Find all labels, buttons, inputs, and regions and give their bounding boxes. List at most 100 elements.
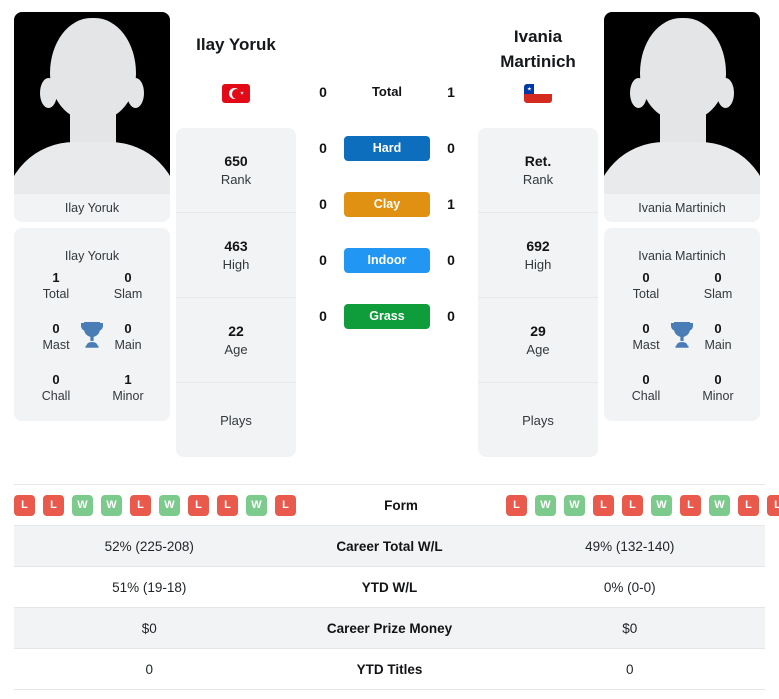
title-stat-value: 1	[52, 270, 60, 285]
right-player-photo-caption: Ivania Martinich	[638, 201, 726, 215]
high-label: High	[524, 256, 552, 272]
form-badge-l: L	[767, 494, 779, 516]
title-stat-value: 0	[642, 270, 650, 285]
right-form-list: LWWLLWLWLL	[506, 494, 779, 516]
title-stat: 0 Minor	[682, 372, 754, 405]
rank-value: Ret.	[524, 152, 552, 169]
h2h-row-indoor: 0 Indoor 0	[302, 232, 472, 288]
h2h-right-value: 1	[447, 196, 455, 212]
age-cell: 22 Age	[176, 298, 296, 383]
title-stat-label: Minor	[702, 389, 734, 403]
row-label: YTD W/L	[361, 579, 418, 595]
left-player-info-column: Ilay Yoruk 650 Rank 463 High 22 Age Play…	[176, 12, 296, 457]
rank-cell: Ret. Rank	[478, 128, 598, 213]
left-player-name[interactable]: Ilay Yoruk	[176, 12, 296, 78]
right-form-cell: LWWLLWLWLL	[506, 494, 779, 516]
form-badge-l: L	[622, 494, 643, 516]
turkey-flag-icon	[222, 84, 250, 103]
form-badge-w: W	[159, 494, 180, 516]
left-form-cell: LLWWLWLLWL	[14, 494, 296, 516]
form-badge-l: L	[275, 494, 296, 516]
h2h-row-clay: 0 Clay 1	[302, 176, 472, 232]
title-stat-value: 0	[714, 270, 722, 285]
form-badge-l: L	[188, 494, 209, 516]
title-stat: 0 Slam	[92, 270, 164, 303]
row-label: Career Prize Money	[326, 620, 453, 636]
h2h-left-value: 0	[319, 84, 327, 100]
avatar-placeholder-icon	[604, 12, 760, 194]
table-row: $0 Career Prize Money $0	[14, 608, 765, 649]
title-stat: 0 Chall	[20, 372, 92, 405]
title-stat: 1 Total	[20, 270, 92, 303]
right-player-name[interactable]: Ivania Martinich	[478, 12, 598, 78]
rank-label: Rank	[522, 171, 554, 187]
form-badge-l: L	[593, 494, 614, 516]
plays-label: Plays	[522, 412, 554, 428]
surface-badge-indoor[interactable]: Indoor	[344, 247, 430, 273]
age-value: 29	[530, 322, 546, 339]
title-stat: 1 Minor	[92, 372, 164, 405]
left-player-titles-card: Ilay Yoruk 1 Total 0 Slam 0 Mast 0 Main …	[14, 228, 170, 421]
h2h-right-value: 0	[447, 308, 455, 324]
trophy-icon	[669, 320, 695, 348]
high-value: 692	[526, 237, 550, 254]
left-titles-header: Ilay Yoruk	[64, 249, 120, 263]
form-badge-w: W	[709, 494, 730, 516]
form-badge-l: L	[738, 494, 759, 516]
table-row: 51% (19-18) YTD W/L 0% (0-0)	[14, 567, 765, 608]
h2h-row-total: 0 Total 1	[302, 64, 472, 120]
table-row-form: LLWWLWLLWL Form LWWLLWLWLL	[14, 485, 779, 526]
player-comparison-page: Ilay Yoruk Ilay Yoruk 1 Total 0 Slam 0 M…	[0, 0, 779, 699]
right-value: 0% (0-0)	[603, 579, 656, 595]
form-badge-w: W	[72, 494, 93, 516]
title-stat: 0 Total	[610, 270, 682, 303]
row-label-form: Form	[384, 497, 418, 513]
h2h-right-value: 1	[447, 84, 455, 100]
form-badge-w: W	[564, 494, 585, 516]
surface-badge-clay[interactable]: Clay	[344, 191, 430, 217]
age-value: 22	[228, 322, 244, 339]
high-value: 463	[224, 237, 248, 254]
h2h-row-hard: 0 Hard 0	[302, 120, 472, 176]
left-player-rank-card: 650 Rank 463 High 22 Age Plays	[176, 128, 296, 457]
left-player-media-column: Ilay Yoruk Ilay Yoruk 1 Total 0 Slam 0 M…	[14, 12, 170, 421]
right-player-rank-card: Ret. Rank 692 High 29 Age Plays	[478, 128, 598, 457]
comparison-table: LLWWLWLLWL Form LWWLLWLWLL 52% (225-208)…	[14, 484, 779, 690]
row-label: Career Total W/L	[336, 538, 443, 554]
plays-cell: Plays	[478, 383, 598, 457]
right-player-media-column: Ivania Martinich Ivania Martinich 0 Tota…	[604, 12, 760, 421]
form-badge-l: L	[506, 494, 527, 516]
high-cell: 692 High	[478, 213, 598, 298]
avatar-placeholder-icon	[14, 12, 170, 194]
age-cell: 29 Age	[478, 298, 598, 383]
trophy-icon	[79, 320, 105, 348]
h2h-right-value: 0	[447, 252, 455, 268]
title-stat-value: 0	[52, 372, 60, 387]
left-value: 0	[145, 661, 153, 677]
form-badge-l: L	[217, 494, 238, 516]
table-row: 52% (225-208) Career Total W/L 49% (132-…	[14, 526, 765, 567]
right-titles-header: Ivania Martinich	[638, 249, 726, 263]
left-player-avatar-card[interactable]: Ilay Yoruk	[14, 12, 170, 222]
left-form-list: LLWWLWLLWL	[14, 494, 296, 516]
surface-badge-grass[interactable]: Grass	[344, 303, 430, 329]
left-value: $0	[141, 620, 157, 636]
form-badge-l: L	[43, 494, 64, 516]
form-badge-w: W	[535, 494, 556, 516]
title-stat-value: 1	[124, 372, 132, 387]
right-value: 49% (132-140)	[585, 538, 675, 554]
age-label: Age	[224, 341, 248, 357]
title-stat-label: Minor	[112, 389, 144, 403]
right-player-avatar-card[interactable]: Ivania Martinich	[604, 12, 760, 222]
form-badge-w: W	[651, 494, 672, 516]
right-player-info-column: Ivania Martinich Ret. Rank 692 High 29 A…	[478, 12, 598, 457]
surface-badge-hard[interactable]: Hard	[344, 135, 430, 161]
left-value: 51% (19-18)	[112, 579, 187, 595]
h2h-row-label: Total	[371, 84, 403, 99]
rank-label: Rank	[220, 171, 252, 187]
right-flag-wrap	[478, 84, 598, 114]
right-value: 0	[625, 661, 634, 677]
title-stat-label: Chall	[631, 389, 661, 403]
age-label: Age	[526, 341, 550, 357]
title-stat-label: Slam	[703, 287, 733, 301]
